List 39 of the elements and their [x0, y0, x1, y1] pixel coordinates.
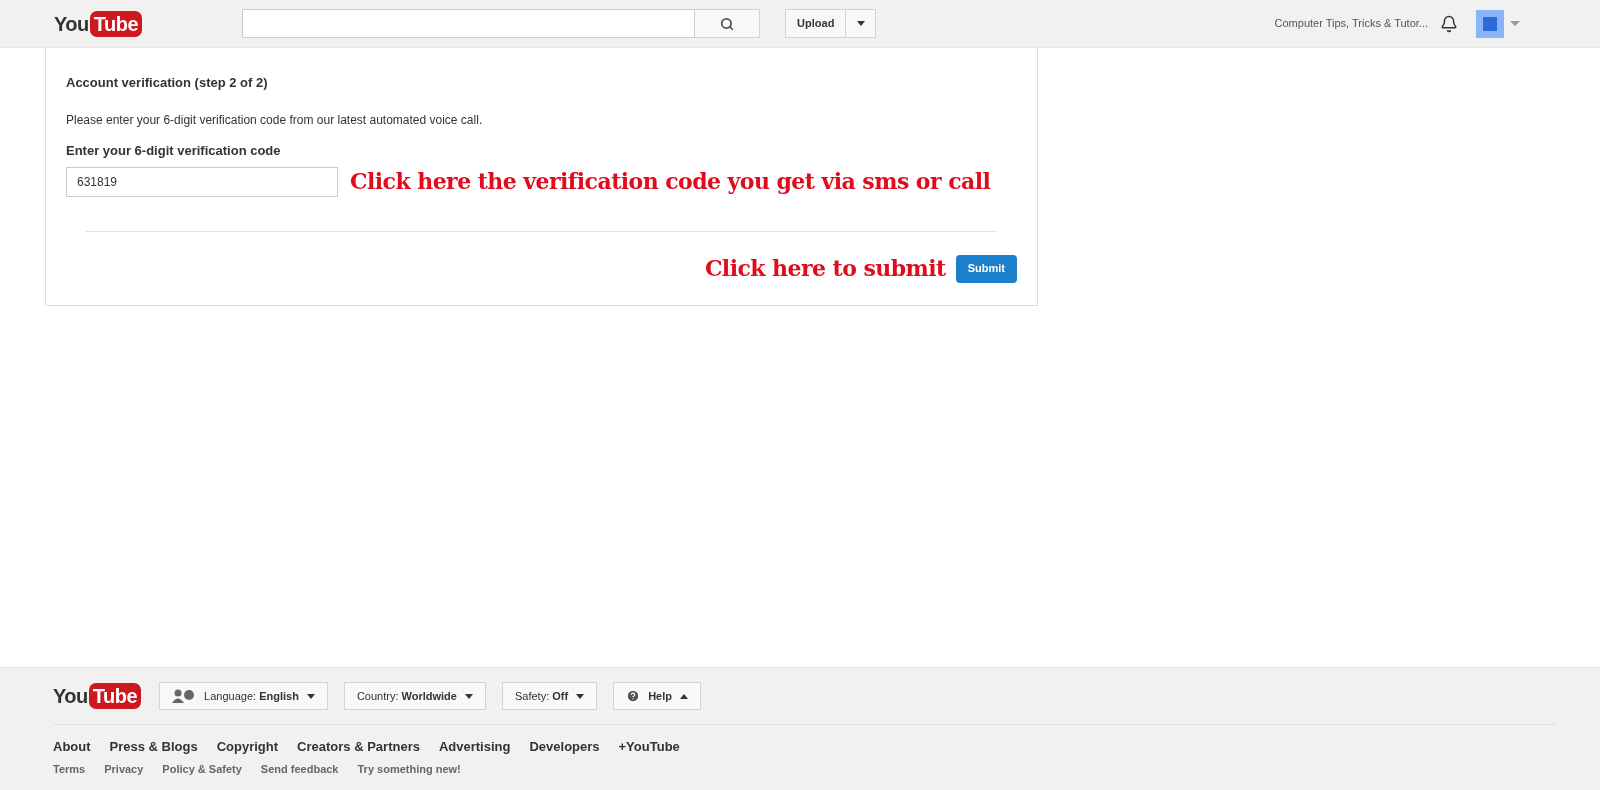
card-title: Account verification (step 2 of 2) — [66, 74, 269, 92]
footer-link[interactable]: Press & Blogs — [109, 737, 198, 757]
footer-menu[interactable]: Country: Worldwide — [343, 682, 486, 710]
search-icon — [720, 16, 735, 31]
field-label: Enter your 6-digit verification code — [66, 141, 282, 160]
upload-menu-button[interactable] — [846, 9, 877, 38]
footer-link[interactable]: Terms — [53, 760, 86, 777]
verification-code-field[interactable]: 631819 — [66, 166, 338, 197]
language-menu[interactable]: Language: English — [159, 682, 328, 710]
footer-link[interactable]: Developers — [529, 737, 600, 757]
account-caret-icon[interactable] — [1510, 21, 1520, 26]
caret-up-icon — [680, 693, 688, 699]
channel-name[interactable]: Computer Tips, Tricks & Tutor... — [1274, 15, 1428, 32]
help-icon — [626, 689, 641, 703]
caret-down-icon — [856, 21, 865, 26]
caret-down-icon — [576, 693, 585, 699]
footer-link[interactable]: Try something new! — [357, 760, 461, 777]
footer-link[interactable]: Copyright — [216, 737, 279, 757]
caret-down-icon — [306, 693, 315, 699]
footer-link[interactable]: Send feedback — [260, 760, 339, 777]
footer-link[interactable]: Creators & Partners — [297, 737, 420, 757]
account-avatar[interactable] — [1476, 9, 1504, 38]
search-button[interactable] — [695, 9, 761, 38]
caret-down-icon — [464, 693, 473, 699]
submit-button[interactable]: Submit — [955, 254, 1017, 283]
footer-link[interactable]: Policy & Safety — [162, 760, 242, 777]
upload-button[interactable]: Upload — [785, 9, 847, 38]
annotation-text: Click here to submit — [704, 254, 946, 283]
footer-link[interactable]: +YouTube — [618, 737, 680, 757]
footer-link[interactable]: About — [53, 737, 91, 757]
help-menu[interactable]: Help — [613, 682, 701, 710]
notification-bell-icon[interactable] — [1440, 14, 1458, 33]
instruction-text: Please enter your 6-digit verification code from our latest automated voice call. — [66, 111, 484, 129]
footer-link[interactable]: Privacy — [104, 760, 144, 777]
footer-menu[interactable]: Safety: Off — [501, 682, 598, 710]
footer-link[interactable]: Advertising — [438, 737, 511, 757]
people-help-icon — [172, 689, 197, 703]
annotation-text: Click here the verification code you get via sms or call — [350, 167, 991, 196]
search-field[interactable] — [242, 9, 696, 38]
